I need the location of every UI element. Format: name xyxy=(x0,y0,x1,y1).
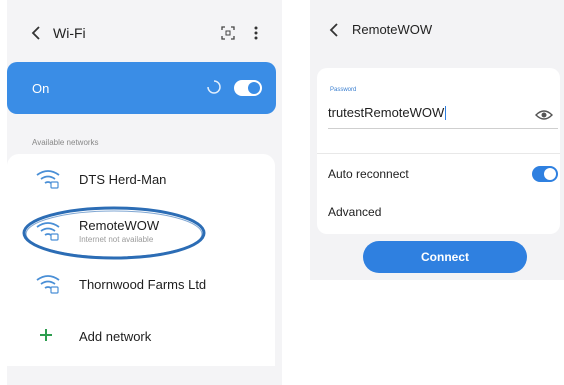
text-cursor xyxy=(445,105,447,120)
eye-icon[interactable] xyxy=(535,109,553,121)
add-network-button[interactable]: Add network xyxy=(14,318,274,354)
back-arrow-icon[interactable] xyxy=(28,24,44,42)
wifi-toggle[interactable] xyxy=(234,80,262,96)
page-title: RemoteWOW xyxy=(352,22,433,37)
loading-spinner-icon xyxy=(206,79,222,95)
network-name: DTS Herd-Man xyxy=(79,172,167,187)
wifi-lock-icon xyxy=(36,170,60,189)
divider xyxy=(317,153,560,154)
auto-reconnect-toggle[interactable] xyxy=(532,166,558,182)
network-name: Thornwood Farms Ltd xyxy=(79,277,207,292)
more-vert-icon[interactable] xyxy=(250,24,262,42)
password-label: Password xyxy=(330,87,357,93)
back-arrow-icon[interactable] xyxy=(327,21,341,39)
on-label: On xyxy=(32,81,50,96)
password-value: trutestRemoteWOW xyxy=(328,105,445,120)
wifi-master-toggle-bar[interactable]: On xyxy=(7,62,276,114)
annotation-circle xyxy=(22,206,206,260)
network-item[interactable]: DTS Herd-Man xyxy=(14,160,274,200)
qr-scan-icon[interactable] xyxy=(219,24,237,42)
wifi-lock-icon xyxy=(36,275,60,294)
add-network-label: Add network xyxy=(79,329,152,344)
connect-button[interactable]: Connect xyxy=(363,241,527,273)
section-label: Available networks xyxy=(32,138,99,147)
plus-icon xyxy=(40,329,52,341)
advanced-option[interactable]: Advanced xyxy=(328,205,381,219)
network-item[interactable]: Thornwood Farms Ltd xyxy=(14,264,274,304)
page-title: Wi-Fi xyxy=(53,25,86,41)
auto-reconnect-label: Auto reconnect xyxy=(328,167,409,181)
password-field[interactable]: trutestRemoteWOW xyxy=(328,104,558,129)
